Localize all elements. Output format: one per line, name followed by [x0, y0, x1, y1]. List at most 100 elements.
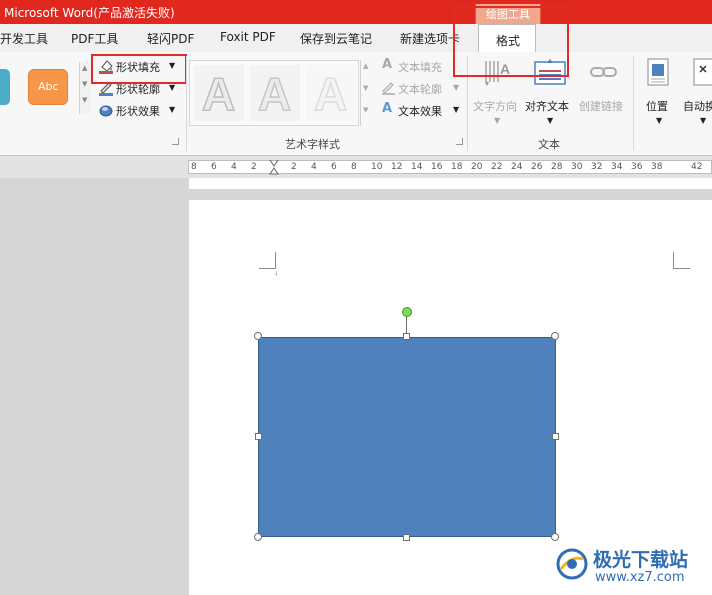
- ruler-tick-label: 30: [571, 162, 583, 172]
- gallery-more-icon[interactable]: ▼: [82, 96, 87, 104]
- wordart-sample-3: A: [313, 67, 348, 121]
- ruler-tick-label: 42: [691, 162, 703, 172]
- text-effects-label: 文本效果: [398, 105, 442, 118]
- shape-style-label: Abc: [38, 80, 59, 93]
- text-outline-pen-icon: [382, 82, 395, 95]
- text-fill-label: 文本填充: [398, 61, 442, 74]
- ribbon-tab-row: 开发工具 PDF工具 轻闪PDF Foxit PDF 保存到云笔记 新建选项卡: [0, 24, 712, 53]
- resize-handle-left[interactable]: [255, 433, 262, 440]
- create-link-button[interactable]: 创建链接: [578, 56, 630, 126]
- resize-handle-bottom-right[interactable]: [551, 533, 559, 541]
- gallery-scroll[interactable]: ▲ ▼ ▼: [79, 62, 91, 114]
- window-title: Microsoft Word(产品激活失败): [4, 6, 175, 20]
- text-outline-button[interactable]: 文本轮廓 ▼: [380, 79, 465, 97]
- tab-developer[interactable]: 开发工具: [0, 30, 48, 47]
- position-icon: [647, 58, 669, 86]
- margin-corner-top-left: [259, 252, 276, 269]
- text-effects-dropdown-icon: ▼: [453, 105, 460, 114]
- highlight-format-tab: [453, 6, 569, 77]
- resize-handle-right[interactable]: [552, 433, 559, 440]
- text-effects-icon: A: [382, 101, 393, 116]
- text-fill-icon: A: [382, 57, 393, 72]
- wrap-text-label: 自动换: [683, 100, 712, 113]
- ruler-tick-label: 8: [351, 162, 357, 172]
- shape-effects-icon: [99, 105, 113, 117]
- wordart-sample-1: A: [201, 67, 236, 121]
- paragraph-mark: ┘: [275, 272, 279, 279]
- ruler-tick-label: 10: [371, 162, 383, 172]
- selected-rectangle-shape[interactable]: [258, 337, 556, 537]
- scroll-down-icon[interactable]: ▼: [82, 80, 87, 88]
- position-dropdown-icon: ▼: [656, 116, 663, 125]
- shape-outline-dropdown-icon: ▼: [169, 83, 176, 92]
- wordart-style-2[interactable]: A: [250, 65, 300, 121]
- ruler-tick-label: 22: [491, 162, 503, 172]
- ribbon: Abc ▲ ▼ ▼ 形状填充 ▼ 形状轮廓 ▼ 形状效果 ▼ A A A ▲ ▼…: [0, 52, 712, 156]
- chain-link-icon: [590, 67, 617, 77]
- resize-handle-bottom-left[interactable]: [254, 533, 262, 541]
- scroll-up-icon[interactable]: ▲: [82, 64, 87, 72]
- wordart-more-icon[interactable]: ▼: [363, 106, 368, 114]
- create-link-label: 创建链接: [579, 100, 623, 113]
- wordart-style-1[interactable]: A: [194, 65, 244, 121]
- text-group-label: 文本: [538, 138, 560, 151]
- resize-handle-top-right[interactable]: [551, 332, 559, 340]
- watermark-url: www.xz7.com: [595, 570, 685, 585]
- position-button[interactable]: 位置 ▼: [640, 56, 678, 126]
- wrap-text-icon: [693, 58, 712, 86]
- ruler-tick-label: 8: [191, 162, 197, 172]
- indent-marker-icon[interactable]: [269, 160, 279, 175]
- tab-lightpdf[interactable]: 轻闪PDF: [147, 30, 194, 47]
- wordart-scroll-up-icon[interactable]: ▲: [363, 62, 368, 70]
- ruler-tick-label: 38: [651, 162, 663, 172]
- tab-new-tab[interactable]: 新建选项卡: [400, 30, 460, 47]
- wordart-style-3[interactable]: A: [306, 65, 356, 121]
- wordart-gallery[interactable]: A A A: [189, 60, 359, 126]
- highlight-shape-fill: [91, 54, 187, 84]
- ruler-tick-label: 18: [451, 162, 463, 172]
- ruler-tick-label: 32: [591, 162, 603, 172]
- shape-styles-dialog-launcher[interactable]: [172, 138, 179, 145]
- tab-pdf-tools[interactable]: PDF工具: [71, 30, 118, 47]
- ruler-tick-label: 20: [471, 162, 483, 172]
- ruler-tick-label: 2: [291, 162, 297, 172]
- ruler-tick-label: 6: [211, 162, 217, 172]
- watermark-logo-icon: [556, 548, 588, 580]
- previous-page-bottom: [189, 178, 712, 189]
- resize-handle-bottom[interactable]: [403, 534, 410, 541]
- shape-effects-label: 形状效果: [116, 105, 160, 118]
- ruler-tick-label: 2: [251, 162, 257, 172]
- wordart-gallery-scroll[interactable]: ▲ ▼ ▼: [360, 60, 372, 126]
- wordart-group-label: 艺术字样式: [285, 138, 340, 151]
- document-page[interactable]: ┘: [189, 200, 712, 595]
- wordart-sample-2: A: [257, 67, 292, 121]
- tab-save-to-cloud-note[interactable]: 保存到云笔记: [300, 30, 372, 47]
- horizontal-ruler[interactable]: 8 6 4 2 2 4 6 8 10 12 14 16 18 20 22 24 26 28 30 32 34 36 38 42: [188, 160, 712, 175]
- text-direction-dropdown-icon: ▼: [494, 116, 501, 125]
- watermark: 极光下载站 www.xz7.com: [555, 543, 710, 593]
- align-text-label: 对齐文本: [525, 100, 569, 113]
- shape-effects-button[interactable]: 形状效果 ▼: [96, 101, 182, 119]
- wrap-text-button[interactable]: 自动换 ▼: [682, 56, 712, 126]
- resize-handle-top-left[interactable]: [254, 332, 262, 340]
- wordart-scroll-down-icon[interactable]: ▼: [363, 84, 368, 92]
- group-separator-3: [633, 56, 634, 151]
- ruler-tick-label: 14: [411, 162, 423, 172]
- resize-handle-top[interactable]: [403, 333, 410, 340]
- text-effects-button[interactable]: A 文本效果 ▼: [380, 101, 465, 119]
- wordart-dialog-launcher[interactable]: [456, 138, 463, 145]
- text-outline-dropdown-icon: ▼: [453, 83, 460, 92]
- ruler-tick-label: 36: [631, 162, 643, 172]
- ruler-tick-label: 6: [331, 162, 337, 172]
- margin-corner-top-right: [673, 252, 690, 269]
- shape-style-orange[interactable]: Abc: [28, 69, 68, 105]
- watermark-brand: 极光下载站: [593, 549, 689, 571]
- ruler-tick-label: 34: [611, 162, 623, 172]
- group-separator: [186, 56, 187, 151]
- rotation-handle[interactable]: [402, 307, 412, 317]
- tab-foxit-pdf[interactable]: Foxit PDF: [220, 30, 276, 44]
- ruler-tick-label: 12: [391, 162, 403, 172]
- shape-style-teal[interactable]: [0, 69, 10, 105]
- position-label: 位置: [646, 100, 668, 113]
- title-bar: Microsoft Word(产品激活失败) 绘图工具: [0, 0, 712, 24]
